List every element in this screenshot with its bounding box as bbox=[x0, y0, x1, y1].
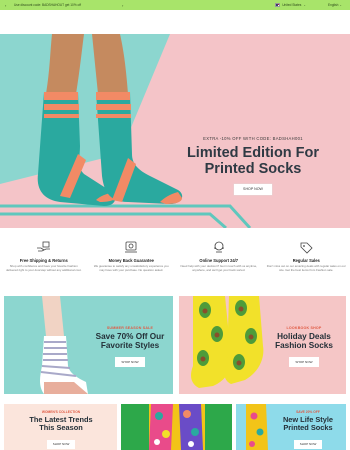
sales-tag-icon bbox=[267, 238, 347, 254]
feature-title: Money Back Guarantee bbox=[108, 258, 154, 263]
shipping-hand-icon bbox=[4, 238, 84, 254]
banner-summer-shop-button[interactable]: SHOP NOW bbox=[115, 357, 145, 367]
banner-kicker: SUMMER SEASON SALE bbox=[106, 326, 154, 330]
pattern-socks-image bbox=[121, 404, 232, 450]
support-icon bbox=[179, 238, 259, 254]
banner-title-line-2: Favorite Styles bbox=[100, 341, 160, 350]
money-back-icon bbox=[92, 238, 172, 254]
banner-women-collection[interactable]: WOMEN'S COLLECTION The Latest Trends Thi… bbox=[4, 404, 117, 450]
announcement-bar: ‹ Use discount code: BADSHAHOUT get 10% … bbox=[0, 0, 350, 10]
feature-desc: Don't miss out on our amazing deals with… bbox=[266, 264, 346, 272]
feature-shipping: Free Shipping & Returns Shop with confid… bbox=[0, 238, 88, 286]
feature-strip: Free Shipping & Returns Shop with confid… bbox=[0, 238, 350, 286]
feature-support: Online Support 24/7 Need help with your … bbox=[175, 238, 263, 286]
chevron-left-icon[interactable]: ‹ bbox=[5, 3, 6, 8]
language-label: English bbox=[327, 3, 339, 7]
hero-shop-now-button[interactable]: SHOP NOW bbox=[234, 184, 272, 195]
hero-kicker: EXTRA -10% OFF WITH CODE: BADSHAH001 bbox=[203, 136, 303, 141]
banner-pattern-socks[interactable] bbox=[121, 404, 232, 450]
hero-title: Limited Edition For Printed Socks bbox=[186, 145, 320, 177]
feature-title: Online Support 24/7 bbox=[199, 258, 239, 263]
chevron-right-icon[interactable]: › bbox=[122, 3, 123, 8]
banner-summer-sale[interactable]: SUMMER SEASON SALE Save 70% Off Our Favo… bbox=[4, 296, 173, 394]
feature-sales: Regular Sales Don't miss out on our amaz… bbox=[263, 238, 350, 286]
feature-title: Free Shipping & Returns bbox=[19, 258, 68, 263]
banner-title-line-1: Holiday Deals bbox=[277, 332, 331, 341]
feature-money-back: Money Back Guarantee We guarantee to sat… bbox=[88, 238, 176, 286]
banner-kicker: SAVE 20% OFF bbox=[296, 410, 320, 414]
region-label: United States bbox=[282, 3, 302, 7]
hero-title-line-1: Limited Edition For bbox=[186, 145, 320, 161]
banner-kicker: WOMEN'S COLLECTION bbox=[41, 410, 81, 414]
banner-title: The Latest Trends This Season bbox=[12, 416, 110, 432]
us-flag-icon bbox=[275, 3, 281, 7]
banner-title-line-1: Save 70% Off Our bbox=[95, 332, 165, 341]
banner-lifestyle-copy: SAVE 20% OFF New Life Style Printed Sock… bbox=[272, 410, 344, 450]
hero-image bbox=[0, 34, 350, 228]
hero-title-line-2: Printed Socks bbox=[204, 161, 302, 177]
banner-title: Holiday Deals Fashion Socks bbox=[265, 332, 343, 350]
banner-title-line-2: This Season bbox=[39, 423, 83, 432]
feature-title: Regular Sales bbox=[292, 258, 320, 263]
banner-lookbook-copy: LOOKBOOK SHOP Holiday Deals Fashion Sock… bbox=[265, 326, 343, 368]
banner-title: Save 70% Off Our Favorite Styles bbox=[90, 332, 170, 350]
language-selector[interactable]: English ⌄ bbox=[328, 3, 342, 7]
site-header bbox=[0, 10, 350, 34]
chevron-down-icon: ⌄ bbox=[303, 3, 306, 7]
promo-text: Use discount code: BADSHAHOUT get 10% of… bbox=[14, 3, 82, 7]
banner-lookbook-shop-button[interactable]: SHOP NOW bbox=[289, 357, 319, 367]
banner-summer-copy: SUMMER SEASON SALE Save 70% Off Our Favo… bbox=[90, 326, 170, 368]
chevron-down-icon: ⌄ bbox=[339, 3, 342, 7]
banner-kicker: LOOKBOOK SHOP bbox=[286, 326, 322, 330]
banner-lifestyle-shop-button[interactable]: SHOP NOW bbox=[294, 440, 322, 449]
banner-lifestyle[interactable]: SAVE 20% OFF New Life Style Printed Sock… bbox=[236, 404, 346, 450]
banner-title-line-2: Fashion Socks bbox=[275, 341, 333, 350]
banner-title-line-2: Printed Socks bbox=[283, 423, 333, 432]
feature-desc: We guarantee to satisfy any unsatisfacto… bbox=[93, 264, 169, 272]
banner-title: New Life Style Printed Socks bbox=[272, 416, 344, 432]
hero-slider: EXTRA -10% OFF WITH CODE: BADSHAH001 Lim… bbox=[0, 34, 350, 228]
banner-women-copy: WOMEN'S COLLECTION The Latest Trends Thi… bbox=[12, 410, 110, 450]
banner-women-shop-button[interactable]: SHOP NOW bbox=[47, 440, 75, 449]
banner-lookbook[interactable]: LOOKBOOK SHOP Holiday Deals Fashion Sock… bbox=[179, 296, 346, 394]
region-selector[interactable]: United States ⌄ bbox=[275, 3, 306, 7]
feature-desc: Shop with confidence and have your favor… bbox=[6, 264, 82, 272]
feature-desc: Need help with your decision? Get in tou… bbox=[180, 264, 257, 272]
hero-copy: EXTRA -10% OFF WITH CODE: BADSHAH001 Lim… bbox=[186, 136, 320, 195]
